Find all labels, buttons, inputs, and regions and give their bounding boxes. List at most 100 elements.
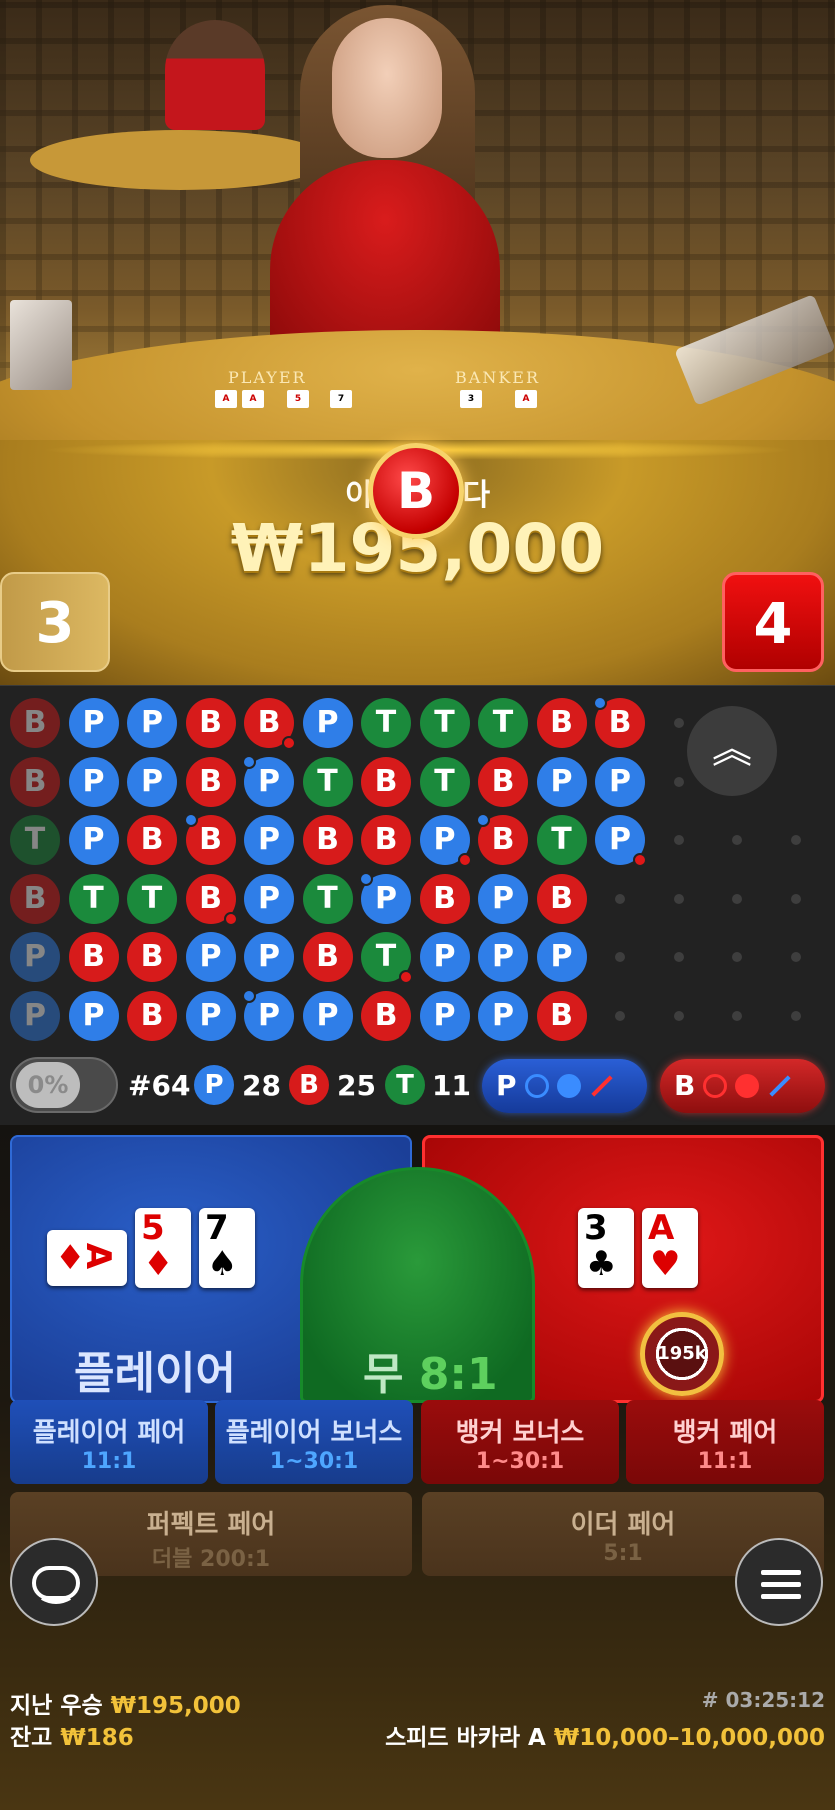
player-pair-dot xyxy=(359,871,373,886)
bead-B: B xyxy=(185,873,238,926)
bead-P: P xyxy=(127,756,177,807)
banker-predict-button[interactable]: B xyxy=(660,1059,825,1113)
bead-P: P xyxy=(302,698,353,748)
side-bet-odds: 11:1 xyxy=(697,1449,753,1474)
bead-T: T xyxy=(302,756,353,807)
tie-bet-spot[interactable]: 무 8:1 xyxy=(300,1167,535,1403)
chat-bubble-icon xyxy=(32,1566,80,1604)
bead-B: B xyxy=(361,990,411,1041)
felt-card: A xyxy=(242,390,264,408)
banker-pair-dot xyxy=(399,970,413,984)
side-bet-name: 퍼펙트 페어 xyxy=(146,1510,276,1540)
diamond-suit-icon: ♦ xyxy=(143,1244,174,1284)
empty-bead-slot xyxy=(673,835,684,845)
placed-chip: 195k xyxy=(640,1312,724,1396)
bead-P: P xyxy=(68,815,119,865)
tie-label: 무 xyxy=(363,1349,404,1400)
empty-bead-slot xyxy=(790,952,801,962)
bead-B: B xyxy=(244,698,296,750)
expand-roadmap-button[interactable]: ︽ xyxy=(687,706,777,796)
player-pair-bet[interactable]: 플레이어 페어 11:1 xyxy=(10,1400,208,1484)
card-rank: 3 xyxy=(584,1208,608,1248)
bead-B: B xyxy=(536,873,587,924)
bead-B: B xyxy=(476,813,528,865)
chat-button[interactable] xyxy=(10,1538,98,1626)
banker-pair-dot xyxy=(223,911,238,926)
player-bonus-bet[interactable]: 플레이어 보너스 1~30:1 xyxy=(215,1400,413,1484)
predict-banker-label: B xyxy=(674,1069,696,1102)
bead-T: T xyxy=(361,932,413,984)
dealer-head xyxy=(332,18,442,158)
double-chevron-up-icon: ︽ xyxy=(712,726,752,772)
balance-value: ₩186 xyxy=(60,1725,134,1751)
bead-B: B xyxy=(536,698,587,748)
bead-B: B xyxy=(361,815,411,865)
tie-bet-label: 무 8:1 xyxy=(363,1338,498,1402)
balance-row: 잔고 ₩186 xyxy=(10,1718,134,1752)
banker-bonus-bet[interactable]: 뱅커 보너스 1~30:1 xyxy=(421,1400,619,1484)
bead-P: P xyxy=(536,932,587,982)
percent-toggle[interactable]: 0% xyxy=(10,1057,118,1113)
player-count-badge: P xyxy=(194,1065,234,1105)
bead-P: P xyxy=(68,756,119,807)
bead-B: B xyxy=(10,756,60,807)
player-pair-dot xyxy=(242,754,256,769)
bead-P: P xyxy=(302,990,353,1041)
player-pair-dot xyxy=(183,813,198,827)
bead-P: P xyxy=(185,932,236,982)
tie-odds: 8:1 xyxy=(418,1349,498,1400)
small-road-dot-icon xyxy=(735,1074,760,1098)
cockroach-slash-icon xyxy=(590,1075,613,1097)
menu-button[interactable] xyxy=(735,1538,823,1626)
bead-T: T xyxy=(68,873,119,924)
banker-card-1: 3 ♣ xyxy=(578,1208,634,1288)
empty-bead-slot xyxy=(615,952,625,962)
winner-marker: B xyxy=(368,443,464,539)
empty-bead-slot xyxy=(790,835,801,845)
bead-B: B xyxy=(185,698,236,748)
player-predict-button[interactable]: P xyxy=(482,1059,647,1113)
percent-toggle-knob: 0% xyxy=(16,1062,80,1108)
bead-P: P xyxy=(185,990,236,1041)
bead-P: P xyxy=(419,815,472,867)
bead-P: P xyxy=(595,815,647,867)
bead-B: B xyxy=(10,698,60,748)
side-bet-name: 이더 페어 xyxy=(570,1510,676,1540)
last-win-value: ₩195,000 xyxy=(110,1693,241,1719)
empty-bead-slot xyxy=(790,1010,801,1021)
bead-B: B xyxy=(127,990,177,1041)
banker-pair-bet[interactable]: 뱅커 페어 11:1 xyxy=(626,1400,824,1484)
bead-P: P xyxy=(242,754,294,807)
bead-P: P xyxy=(127,698,177,748)
last-win-label: 지난 우승 xyxy=(10,1693,103,1719)
player-bet-label: 플레이어 xyxy=(74,1348,236,1399)
banker-score: 4 xyxy=(722,572,824,672)
felt-banker-label: BANKER xyxy=(455,368,540,387)
side-bet-odds: 1~30:1 xyxy=(269,1449,359,1474)
empty-bead-slot xyxy=(732,835,742,845)
empty-bead-slot xyxy=(790,893,801,904)
empty-bead-slot xyxy=(615,893,625,904)
bead-P: P xyxy=(478,932,528,982)
bead-P: P xyxy=(419,932,470,982)
stats-bar: 0% #64 P 28 B 25 T 11 P B xyxy=(0,1055,835,1120)
felt-card: 3 xyxy=(460,390,482,408)
big-eye-ring-icon xyxy=(703,1074,728,1098)
bead-T: T xyxy=(127,873,177,924)
table-info: 스피드 바카라 A ₩10,000–10,000,000 xyxy=(385,1718,825,1752)
card-rank: 7 xyxy=(205,1208,229,1248)
card-shoe xyxy=(10,300,72,390)
spade-suit-icon: ♠ xyxy=(207,1244,238,1284)
bead-P: P xyxy=(595,756,645,807)
bead-P: P xyxy=(478,873,528,924)
side-bet-name: 플레이어 페어 xyxy=(32,1418,186,1448)
empty-bead-slot xyxy=(673,893,684,904)
banker-count-badge: B xyxy=(289,1065,329,1105)
empty-bead-slot xyxy=(673,952,684,962)
empty-bead-slot xyxy=(732,893,742,904)
empty-bead-slot xyxy=(732,1010,742,1021)
bead-B: B xyxy=(127,932,177,982)
felt-card: A xyxy=(515,390,537,408)
diamond-suit-icon: ♦ xyxy=(55,1238,86,1278)
player-card-3: 7 ♠ xyxy=(199,1208,255,1288)
